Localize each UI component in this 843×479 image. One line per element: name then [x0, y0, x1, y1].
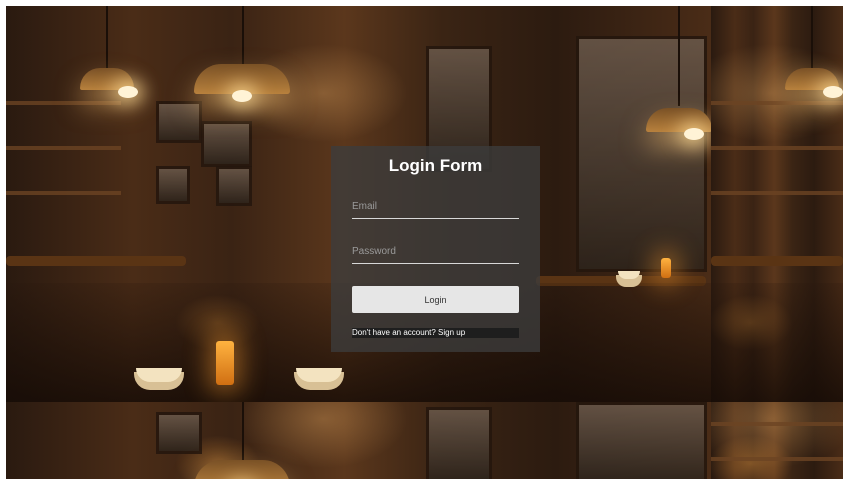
password-input[interactable]: [352, 243, 519, 264]
email-input[interactable]: [352, 198, 519, 219]
signup-link[interactable]: Sign up: [438, 328, 465, 337]
login-form: Login Form Login Don't have an account? …: [331, 146, 540, 352]
cafe-background-image-tile-right: [711, 6, 843, 402]
background-viewport: Login Form Login Don't have an account? …: [6, 6, 843, 479]
signup-prompt-row: Don't have an account? Sign up: [352, 328, 519, 338]
cafe-background-image-tile-bottom: [6, 402, 711, 479]
cafe-background-image-tile-corner: [711, 402, 843, 479]
signup-prompt-text: Don't have an account?: [352, 328, 439, 337]
login-form-title: Login Form: [388, 156, 483, 175]
login-button[interactable]: Login: [352, 286, 519, 313]
